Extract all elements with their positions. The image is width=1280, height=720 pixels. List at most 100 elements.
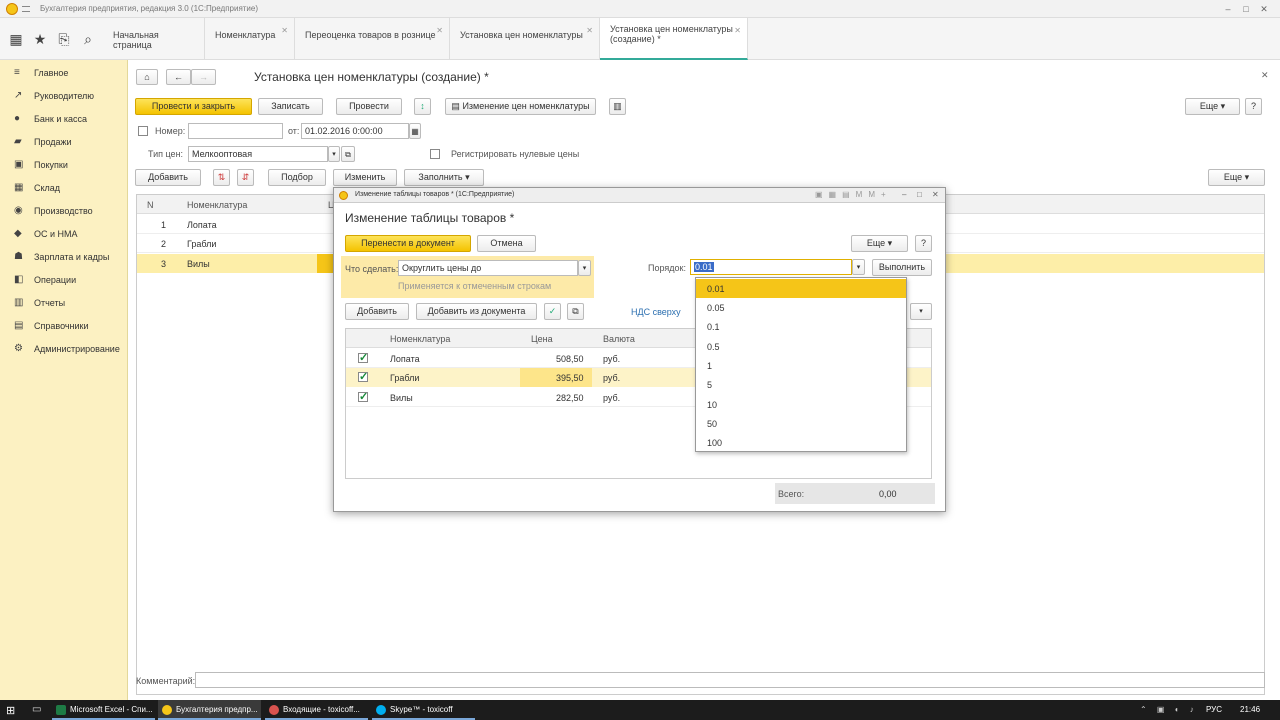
- sort-asc-icon[interactable]: ⇅: [213, 169, 230, 186]
- dropdown-option[interactable]: 50: [696, 414, 906, 433]
- sidebar-item-manager[interactable]: ↗ Руководителю: [0, 85, 128, 108]
- sidebar-item-catalogs[interactable]: ▤ Справочники: [0, 315, 128, 338]
- dropdown-option[interactable]: 0.5: [696, 337, 906, 356]
- action-select[interactable]: Округлить цены до: [398, 260, 578, 276]
- sort-desc-icon[interactable]: ⇵: [237, 169, 254, 186]
- close-tab-icon[interactable]: ✕: [734, 26, 741, 36]
- table-more-button[interactable]: Еще ▾: [1208, 169, 1265, 186]
- column-header-price: Цена: [531, 334, 553, 344]
- sidebar-item-admin[interactable]: ⚙ Администрирование: [0, 338, 128, 361]
- search-icon[interactable]: ⌕: [79, 30, 97, 48]
- tab-nomenclature[interactable]: Номенклатура ✕: [205, 18, 295, 60]
- sidebar-item-reports[interactable]: ▥ Отчеты: [0, 292, 128, 315]
- save-button[interactable]: Записать: [258, 98, 323, 115]
- price-type-input[interactable]: Мелкооптовая: [188, 146, 328, 162]
- vat-link[interactable]: НДС сверху: [631, 307, 681, 317]
- taskbar-item-excel[interactable]: Microsoft Excel - Спи...: [52, 700, 155, 720]
- chevron-down-icon[interactable]: ▾: [328, 146, 340, 162]
- help-button[interactable]: ?: [1245, 98, 1262, 115]
- dropdown-option[interactable]: 0.05: [696, 298, 906, 317]
- windows-start-icon[interactable]: ⊞: [6, 704, 15, 717]
- check-all-icon[interactable]: ✓: [544, 303, 561, 320]
- chevron-down-icon[interactable]: ▾: [852, 259, 865, 275]
- number-checkbox[interactable]: [138, 126, 148, 136]
- close-window-icon[interactable]: ✕: [1258, 3, 1270, 15]
- maximize-icon[interactable]: □: [1240, 3, 1252, 15]
- chevron-down-icon[interactable]: ▾: [578, 260, 591, 276]
- tab-home[interactable]: Начальная страница: [103, 18, 205, 60]
- execute-button[interactable]: Выполнить: [872, 259, 932, 276]
- forward-arrow-icon[interactable]: →: [191, 69, 216, 85]
- dropdown-option[interactable]: 10: [696, 395, 906, 414]
- vat-dropdown-chevron[interactable]: ▾: [910, 303, 932, 320]
- row-checkbox[interactable]: [358, 351, 368, 364]
- history-icon[interactable]: ⎘: [55, 30, 73, 48]
- sidebar-item-warehouse[interactable]: ▦ Склад: [0, 177, 128, 200]
- add-row-button[interactable]: Добавить: [135, 169, 201, 186]
- dialog-add-button[interactable]: Добавить: [345, 303, 409, 320]
- back-arrow-icon[interactable]: ←: [166, 69, 191, 85]
- dropdown-option[interactable]: 1: [696, 356, 906, 375]
- copy-icon[interactable]: ⧉: [567, 303, 584, 320]
- transfer-to-document-button[interactable]: Перенести в документ: [345, 235, 471, 252]
- dialog-more-button[interactable]: Еще ▾: [851, 235, 908, 252]
- dropdown-option[interactable]: 0.1: [696, 317, 906, 336]
- dropdown-option[interactable]: 0.01: [696, 279, 906, 298]
- sidebar-item-operations[interactable]: ◧ Операции: [0, 269, 128, 292]
- input-language[interactable]: РУС: [1206, 705, 1222, 714]
- tab-price-setting[interactable]: Установка цен номенклатуры ✕: [450, 18, 600, 60]
- date-input[interactable]: 01.02.2016 0:00:00: [301, 123, 409, 139]
- open-link-icon[interactable]: ⧉: [341, 146, 355, 162]
- add-from-document-button[interactable]: Добавить из документа: [416, 303, 537, 320]
- sidebar-item-purchases[interactable]: ▣ Покупки: [0, 154, 128, 177]
- change-prices-button[interactable]: ▤ Изменение цен номенклатуры: [445, 98, 596, 115]
- minimize-icon[interactable]: –: [902, 190, 906, 199]
- close-form-icon[interactable]: ✕: [1261, 70, 1269, 81]
- favorites-star-icon[interactable]: ★: [31, 30, 49, 48]
- dropdown-option[interactable]: 5: [696, 375, 906, 394]
- window-tools-icon[interactable]: ▣▦▤MM+: [815, 190, 892, 199]
- fill-button[interactable]: Заполнить ▾: [404, 169, 484, 186]
- row-checkbox[interactable]: [358, 370, 368, 383]
- home-button[interactable]: ⌂: [136, 69, 158, 85]
- column-header-item: Номенклатура: [187, 200, 248, 210]
- post-button[interactable]: Провести: [336, 98, 402, 115]
- clock[interactable]: 21:46: [1240, 705, 1260, 714]
- sidebar-item-main[interactable]: ≡ Главное: [0, 62, 128, 85]
- row-checkbox[interactable]: [358, 390, 368, 403]
- close-tab-icon[interactable]: ✕: [586, 26, 593, 35]
- tab-revaluation[interactable]: Переоценка товаров в рознице ✕: [295, 18, 450, 60]
- post-and-close-button[interactable]: Провести и закрыть: [135, 98, 252, 115]
- dropdown-option[interactable]: 100: [696, 433, 906, 452]
- maximize-icon[interactable]: □: [917, 190, 922, 199]
- taskbar-item-skype[interactable]: Skype™ - toxicoff: [372, 700, 475, 720]
- close-tab-icon[interactable]: ✕: [281, 26, 288, 35]
- sidebar-item-sales[interactable]: ▰ Продажи: [0, 131, 128, 154]
- minimize-icon[interactable]: –: [1222, 3, 1234, 15]
- number-input[interactable]: [188, 123, 283, 139]
- close-icon[interactable]: ✕: [932, 190, 939, 199]
- order-input[interactable]: 0.01: [690, 259, 852, 275]
- sidebar-item-salary[interactable]: ☗ Зарплата и кадры: [0, 246, 128, 269]
- calendar-icon[interactable]: ▦: [409, 123, 421, 139]
- close-tab-icon[interactable]: ✕: [436, 26, 443, 35]
- comment-input[interactable]: [195, 672, 1265, 688]
- change-button[interactable]: Изменить: [333, 169, 397, 186]
- dt-kt-icon[interactable]: ↕: [414, 98, 431, 115]
- sidebar-item-production[interactable]: ◉ Производство: [0, 200, 128, 223]
- cancel-button[interactable]: Отмена: [477, 235, 536, 252]
- taskbar-item-browser[interactable]: Входящие - toxicoff...: [265, 700, 368, 720]
- apps-grid-icon[interactable]: ▦: [7, 30, 25, 48]
- tab-price-setting-create[interactable]: Установка цен номенклатуры (создание) * ✕: [600, 18, 748, 60]
- sidebar-item-assets[interactable]: ◆ ОС и НМА: [0, 223, 128, 246]
- task-view-icon[interactable]: ▭: [32, 704, 41, 715]
- sidebar-item-bank[interactable]: ● Банк и касса: [0, 108, 128, 131]
- pick-button[interactable]: Подбор: [268, 169, 326, 186]
- more-actions-button[interactable]: Еще ▾: [1185, 98, 1240, 115]
- app-menu-icon[interactable]: [22, 6, 30, 12]
- print-icon[interactable]: ▥: [609, 98, 626, 115]
- taskbar-item-1c[interactable]: Бухгалтерия предпр...: [158, 700, 261, 720]
- dialog-help-button[interactable]: ?: [915, 235, 932, 252]
- system-tray-icons[interactable]: ⌃ ▣ ◐ ♪: [1140, 705, 1198, 714]
- zero-prices-checkbox[interactable]: [430, 149, 440, 159]
